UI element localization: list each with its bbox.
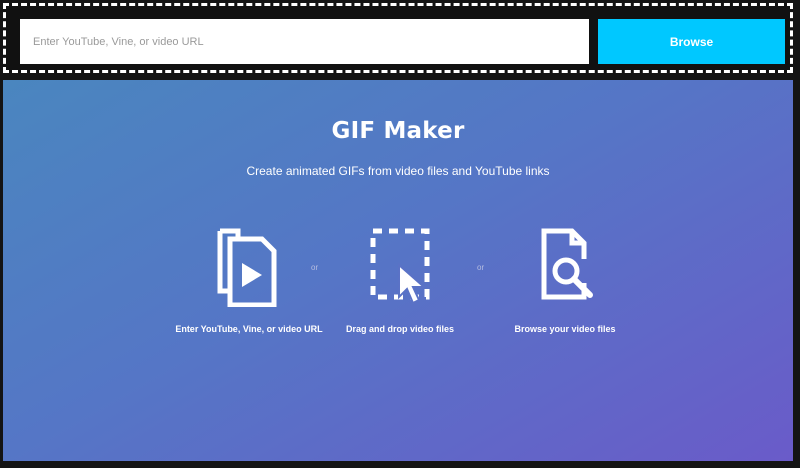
hero-section: GIF Maker Create animated GIFs from vide…	[3, 80, 793, 461]
page-subtitle: Create animated GIFs from video files an…	[246, 164, 550, 178]
page-title: GIF Maker	[331, 118, 465, 144]
option-label-drag: Drag and drop video files	[345, 324, 455, 334]
option-enter-url[interactable]: Enter YouTube, Vine, or video URL	[174, 225, 324, 335]
option-browse-files[interactable]: Browse your video files	[490, 225, 640, 335]
app-frame: Browse GIF Maker Create animated GIFs fr…	[0, 0, 800, 468]
file-search-icon	[541, 228, 593, 300]
option-label-browse: Browse your video files	[514, 324, 616, 334]
or-separator: or	[311, 263, 319, 272]
browse-button[interactable]: Browse	[598, 19, 785, 64]
url-input[interactable]	[20, 19, 589, 64]
option-drag-drop[interactable]: Drag and drop video files	[325, 225, 475, 335]
option-label-url: Enter YouTube, Vine, or video URL	[175, 324, 323, 334]
drag-drop-icon	[370, 228, 430, 305]
url-bar: Browse	[3, 3, 793, 73]
or-separator: or	[477, 263, 485, 272]
video-file-icon	[217, 228, 277, 307]
